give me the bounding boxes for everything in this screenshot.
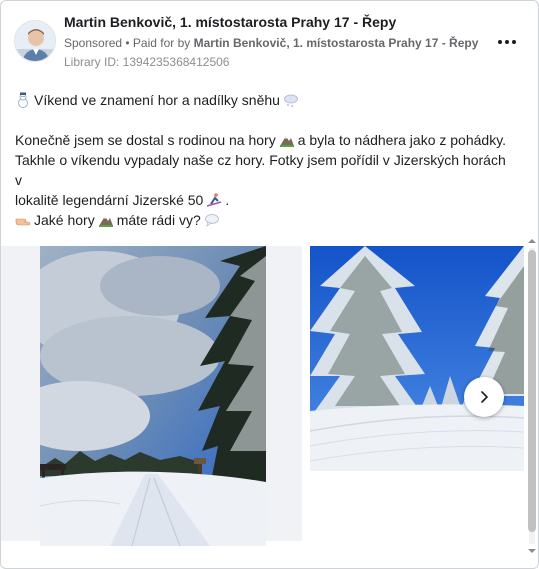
winter-forest-photo-2 xyxy=(309,246,525,471)
post-text-line-1: Víkend ve znamení hor a nadílky sněhu xyxy=(15,90,515,110)
cloud-snow-emoji xyxy=(283,94,298,107)
more-options-button[interactable] xyxy=(493,30,521,54)
carousel-slide-2[interactable] xyxy=(309,246,525,476)
para2-line-2: Takhle o víkendu vypadaly naše cz hory. … xyxy=(15,152,506,188)
chevron-right-icon xyxy=(481,391,488,403)
post-text-paragraph-2: Konečně jsem se dostal s rodinou na hory… xyxy=(15,130,515,210)
carousel-slide-1[interactable] xyxy=(1,246,302,546)
mountain-emoji-2 xyxy=(98,216,113,227)
sponsor-line: Sponsored • Paid for by Martin Benkovič,… xyxy=(64,36,494,50)
author-name[interactable]: Martin Benkovič, 1. místostarosta Prahy … xyxy=(64,14,484,30)
winter-forest-photo-1 xyxy=(40,246,266,546)
para2-text-a: Konečně jsem se dostal s rodinou na hory xyxy=(15,132,276,148)
post-text-line-1-text: Víkend ve znamení hor a nadílky sněhu xyxy=(34,92,280,108)
ad-post-card: Martin Benkovič, 1. místostarosta Prahy … xyxy=(0,0,539,569)
snowman-emoji xyxy=(18,92,28,108)
paid-for-prefix: Paid for by xyxy=(132,36,194,50)
scroll-up-arrow-icon[interactable] xyxy=(527,236,537,246)
mountain-emoji xyxy=(279,136,294,147)
scrollbar-thumb[interactable] xyxy=(528,250,536,532)
line4-text-a: Jaké hory xyxy=(34,212,95,228)
scroll-down-arrow-icon[interactable] xyxy=(527,546,537,556)
skier-emoji xyxy=(207,193,222,207)
avatar[interactable] xyxy=(14,20,56,62)
library-id: Library ID: 1394235368412506 xyxy=(64,55,230,69)
post-text-line-4: Jaké hory máte rádi vy? xyxy=(15,210,515,230)
paid-for-name[interactable]: Martin Benkovič, 1. místostarosta Prahy … xyxy=(194,36,479,50)
para2-line-3: lokalitě legendární Jizerské 50 xyxy=(15,192,204,208)
line4-text-b: máte rádi vy? xyxy=(116,212,201,228)
more-horizontal-icon-dot xyxy=(512,40,516,44)
para2-line-3-end: . xyxy=(225,192,230,208)
more-horizontal-icon-dot xyxy=(505,40,509,44)
carousel-next-button[interactable] xyxy=(464,377,504,417)
speech-bubble-emoji xyxy=(204,214,219,227)
scrollbar[interactable] xyxy=(526,236,538,556)
avatar-photo xyxy=(15,21,55,61)
more-horizontal-icon xyxy=(498,40,502,44)
pointing-hand-emoji xyxy=(15,218,31,226)
separator-dot: • xyxy=(122,36,133,50)
image-carousel[interactable] xyxy=(1,246,528,546)
sponsored-label: Sponsored xyxy=(64,36,123,50)
para2-text-b: a byla to nádhera jako z pohádky. xyxy=(297,132,507,148)
